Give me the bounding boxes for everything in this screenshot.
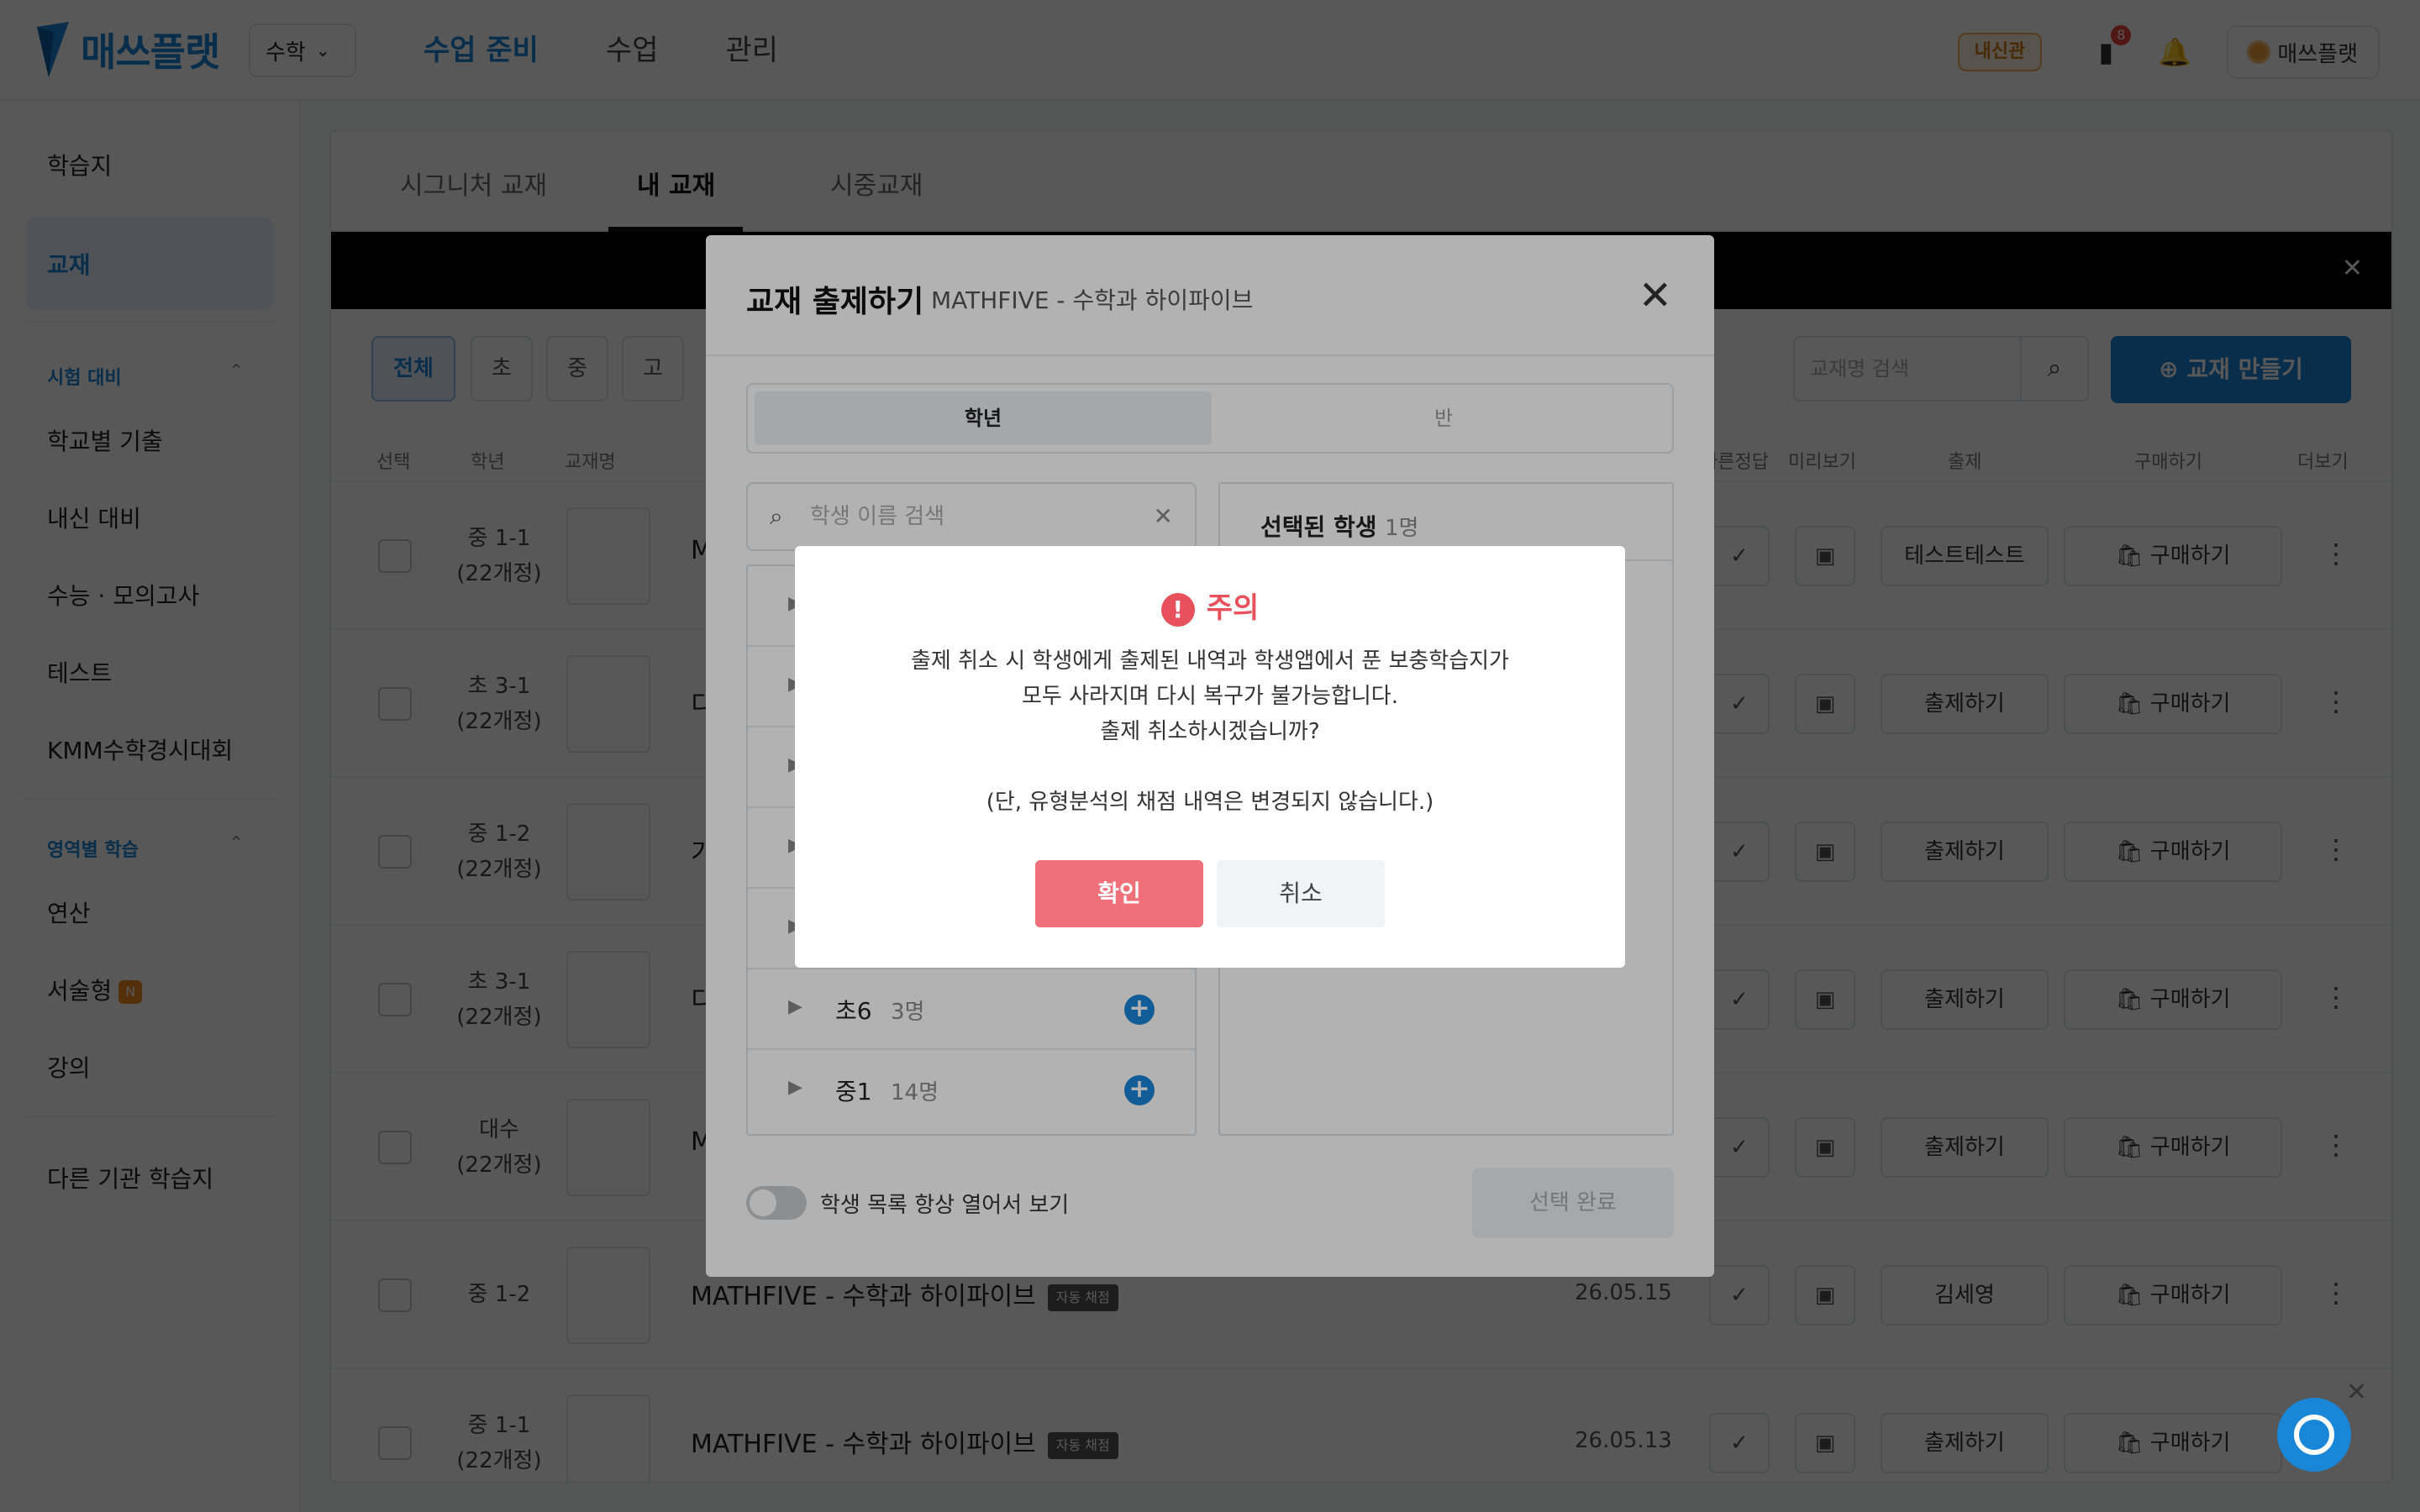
confirm-button[interactable]: 확인 [1035, 860, 1203, 927]
alert-message-line: 출제 취소 시 학생에게 출제된 내역과 학생앱에서 푼 보충학습지가 [911, 648, 1509, 674]
cancel-button[interactable]: 취소 [1217, 860, 1385, 927]
warning-icon: ! [1160, 592, 1195, 627]
alert-title: ! 주의 [795, 585, 1625, 627]
alert-note: (단, 유형분석의 채점 내역은 변경되지 않습니다.) [986, 790, 1434, 815]
alert-message-line: 모두 사라지며 다시 복구가 불가능합니다. [1022, 684, 1398, 709]
cancel-assign-alert: ! 주의 출제 취소 시 학생에게 출제된 내역과 학생앱에서 푼 보충학습지가 … [795, 546, 1625, 968]
alert-title-text: 주의 [1206, 591, 1260, 625]
alert-message-line: 출제 취소하시겠습니까? [1100, 719, 1320, 744]
close-icon[interactable]: ✕ [2346, 1378, 2367, 1407]
headset-icon [2294, 1415, 2334, 1455]
help-chat-button[interactable] [2277, 1398, 2351, 1472]
